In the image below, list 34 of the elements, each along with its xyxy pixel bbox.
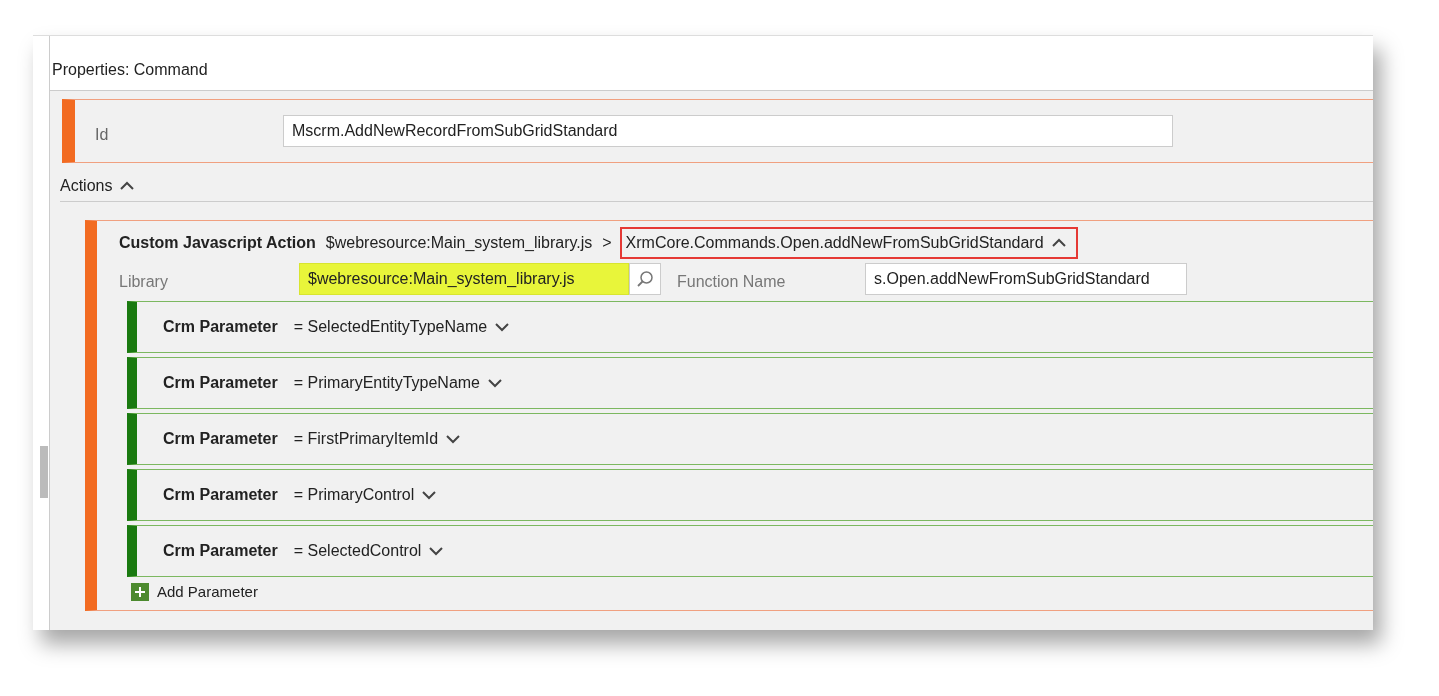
parameter-value: = PrimaryEntityTypeName [293, 373, 480, 393]
library-input[interactable]: $webresource:Main_system_library.js [299, 263, 629, 295]
chevron-up-icon[interactable] [1051, 238, 1066, 248]
chevron-down-icon[interactable] [488, 378, 502, 388]
search-icon [636, 270, 654, 288]
id-input[interactable]: Mscrm.AddNewRecordFromSubGridStandard [283, 115, 1173, 147]
chevron-down-icon[interactable] [422, 490, 437, 500]
parameter-title: Crm Parameter [163, 541, 278, 561]
chevron-down-icon[interactable] [429, 546, 444, 556]
parameter-value: = FirstPrimaryItemId [293, 429, 439, 449]
chevron-down-icon[interactable] [495, 322, 510, 332]
path-separator: > [602, 233, 612, 253]
chevron-down-icon[interactable] [446, 434, 461, 444]
scrollbar-thumb[interactable] [40, 446, 48, 498]
parameter-title: Crm Parameter [163, 373, 278, 393]
parameter-value: = PrimaryControl [293, 485, 415, 505]
chevron-up-icon[interactable] [120, 181, 135, 191]
parameter-value: = SelectedControl [293, 541, 422, 561]
function-name-input[interactable]: s.Open.addNewFromSubGridStandard [865, 263, 1187, 295]
field-label: Library [119, 272, 169, 292]
parameter-title: Crm Parameter [163, 317, 278, 337]
parameter-value: = SelectedEntityTypeName [293, 317, 488, 337]
search-button[interactable] [629, 263, 661, 295]
panel-title: Properties: Command [50, 36, 1373, 91]
library-path: $webresource:Main_system_library.js [325, 233, 593, 253]
plus-icon[interactable] [131, 583, 149, 602]
action-title: Custom Javascript Action [119, 233, 316, 253]
section-label: Actions [60, 176, 113, 196]
field-label: Id [94, 125, 110, 145]
parameter-title: Crm Parameter [163, 485, 278, 505]
parameter-title: Crm Parameter [163, 429, 278, 449]
field-label: Function Name [677, 272, 787, 292]
add-parameter-link[interactable]: Add Parameter [157, 581, 258, 604]
function-path: XrmCore.Commands.Open.addNewFromSubGridStandard [625, 233, 1044, 253]
